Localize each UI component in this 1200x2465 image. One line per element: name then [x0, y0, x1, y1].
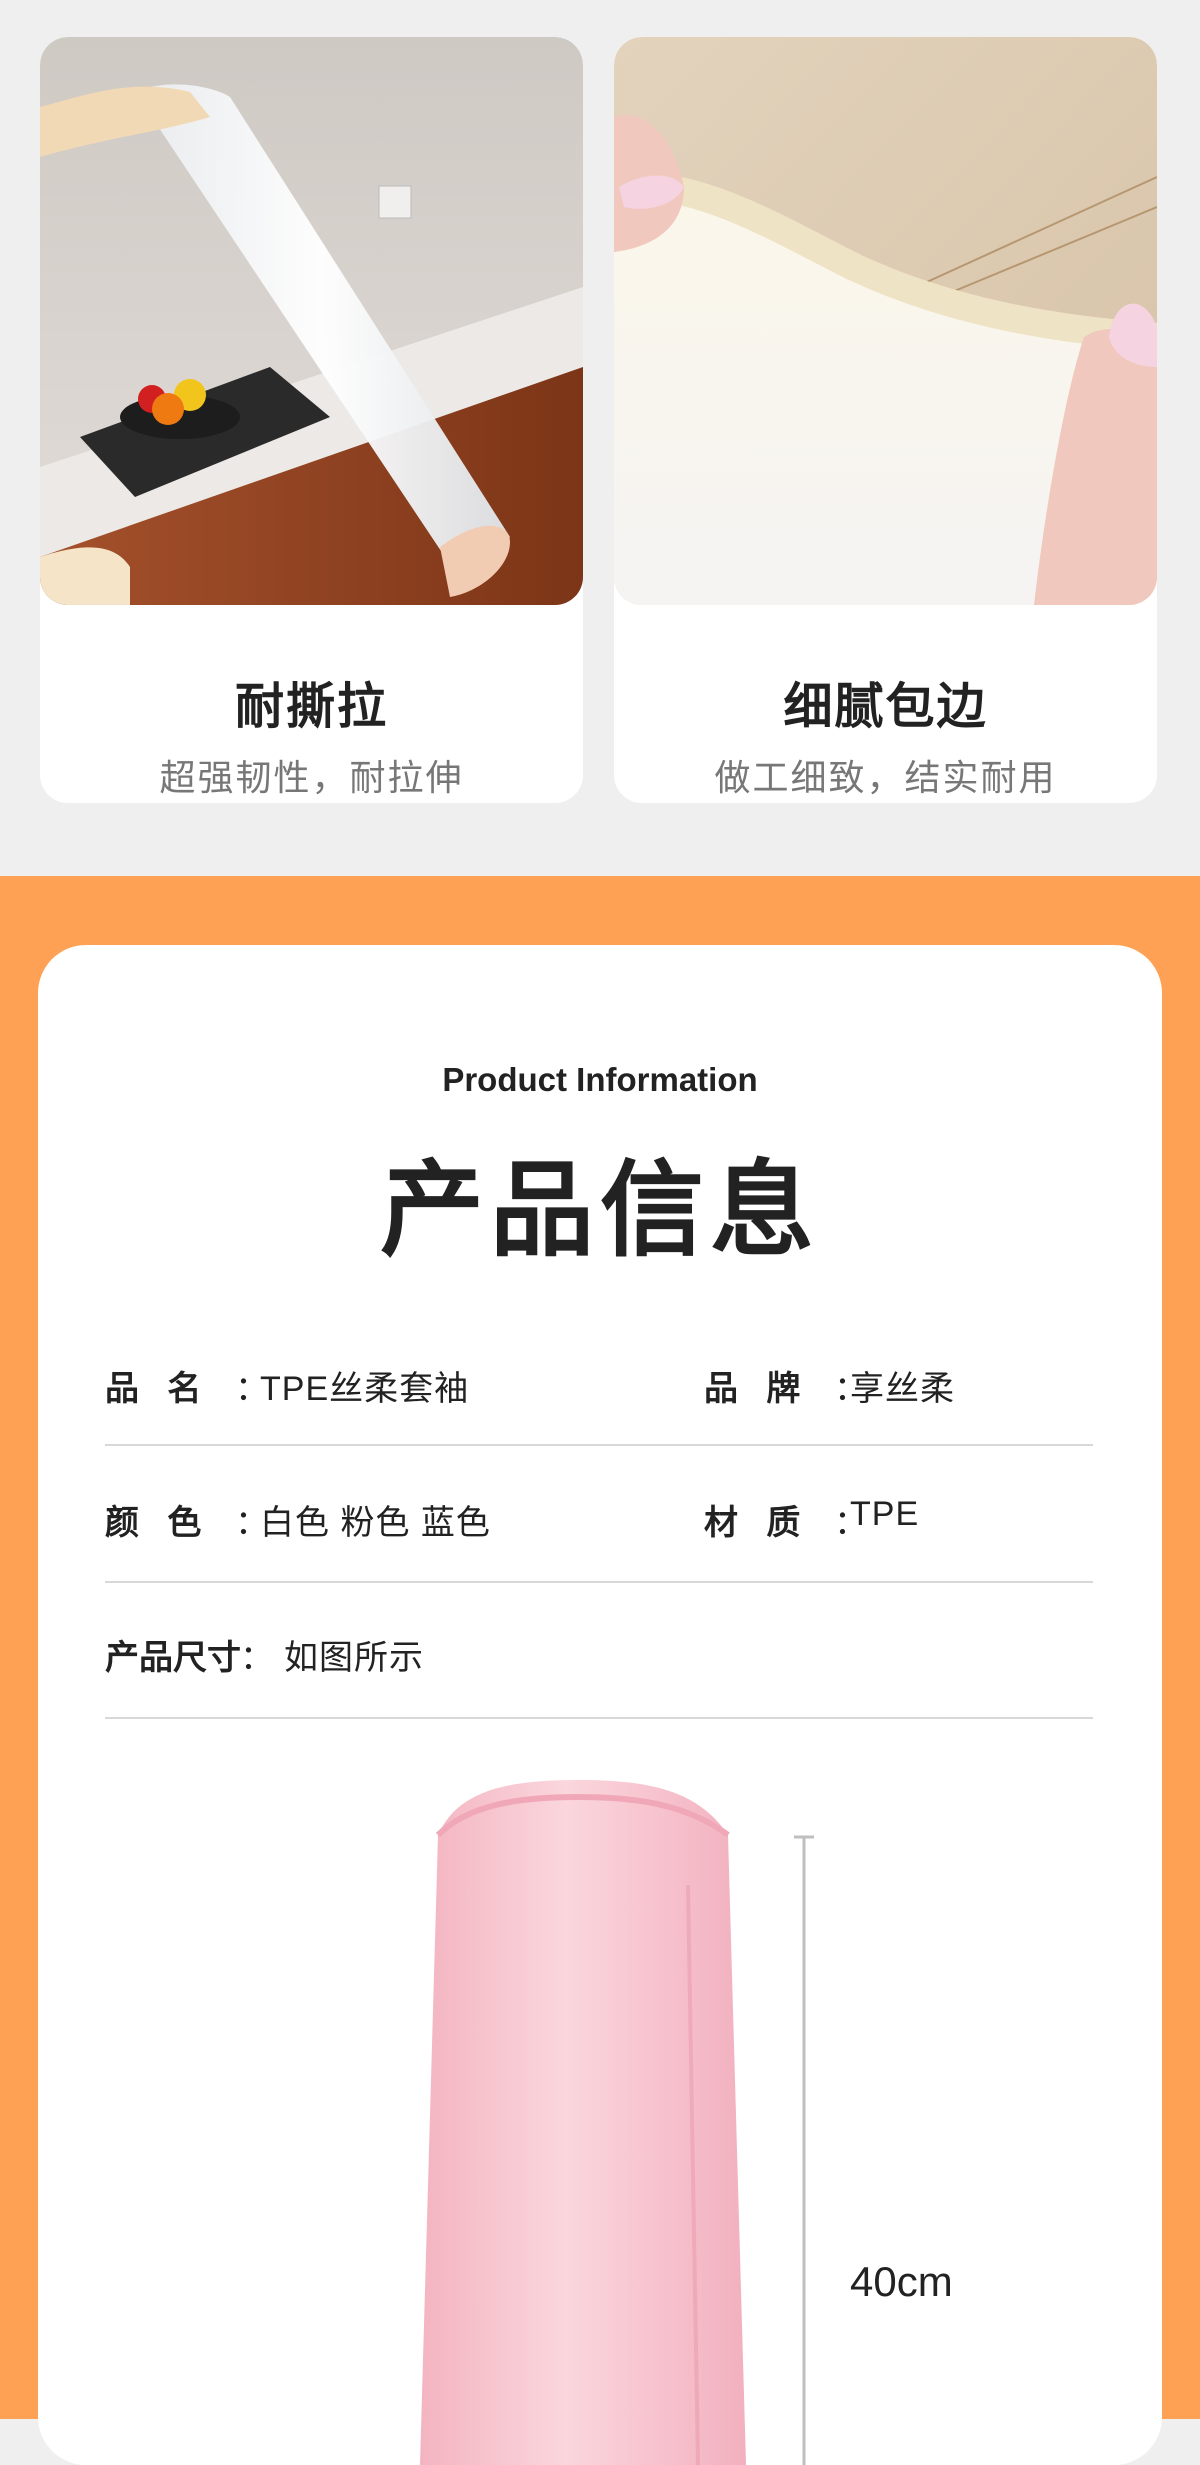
- product-info-card: Product Information 产品信息 品 名 ： TPE丝柔套袖 品…: [38, 945, 1162, 2465]
- spec-color-value: 白色 粉色 蓝色: [260, 1504, 491, 1542]
- feature-title: 细腻包边: [783, 680, 988, 734]
- feature-photo-elastic-cuff: [614, 37, 1157, 605]
- sleeve-size-diagram: [38, 1745, 1162, 2465]
- feature-photo-stretched-sleeve: [40, 37, 583, 605]
- dimension-label: 40cm: [850, 2258, 953, 2305]
- spec-divider: [105, 1581, 1093, 1583]
- spec-size-value: 如图所示: [284, 1639, 424, 1677]
- spec-colon: ：: [240, 1639, 274, 1677]
- spec-color-label: 颜 色: [105, 1504, 202, 1542]
- feature-subtitle: 做工细致，结实耐用: [714, 757, 1057, 798]
- spec-name-label: 品 名: [105, 1370, 202, 1408]
- info-heading-cn: 产品信息: [379, 1153, 820, 1269]
- features-section: 耐撕拉 超强韧性，耐拉伸 细腻包边 做工细致，结实耐用: [0, 0, 1200, 876]
- spec-divider: [105, 1444, 1093, 1446]
- spec-material-label: 材 质: [704, 1504, 801, 1542]
- spec-size-label: 产品尺寸: [105, 1639, 241, 1677]
- info-heading-en: Product Information: [442, 1061, 758, 1098]
- feature-card-tear-resistant[interactable]: 耐撕拉 超强韧性，耐拉伸: [40, 37, 583, 803]
- feature-card-fine-edging[interactable]: 细腻包边 做工细致，结实耐用: [614, 37, 1157, 803]
- spec-brand-label: 品 牌: [704, 1370, 801, 1408]
- feature-title: 耐撕拉: [234, 680, 388, 734]
- spec-brand-value: 享丝柔: [850, 1370, 955, 1408]
- feature-subtitle: 超强韧性，耐拉伸: [159, 757, 464, 798]
- spec-material-value: TPE: [850, 1495, 920, 1533]
- spec-divider: [105, 1717, 1093, 1719]
- spec-name-value: TPE丝柔套袖: [260, 1370, 470, 1408]
